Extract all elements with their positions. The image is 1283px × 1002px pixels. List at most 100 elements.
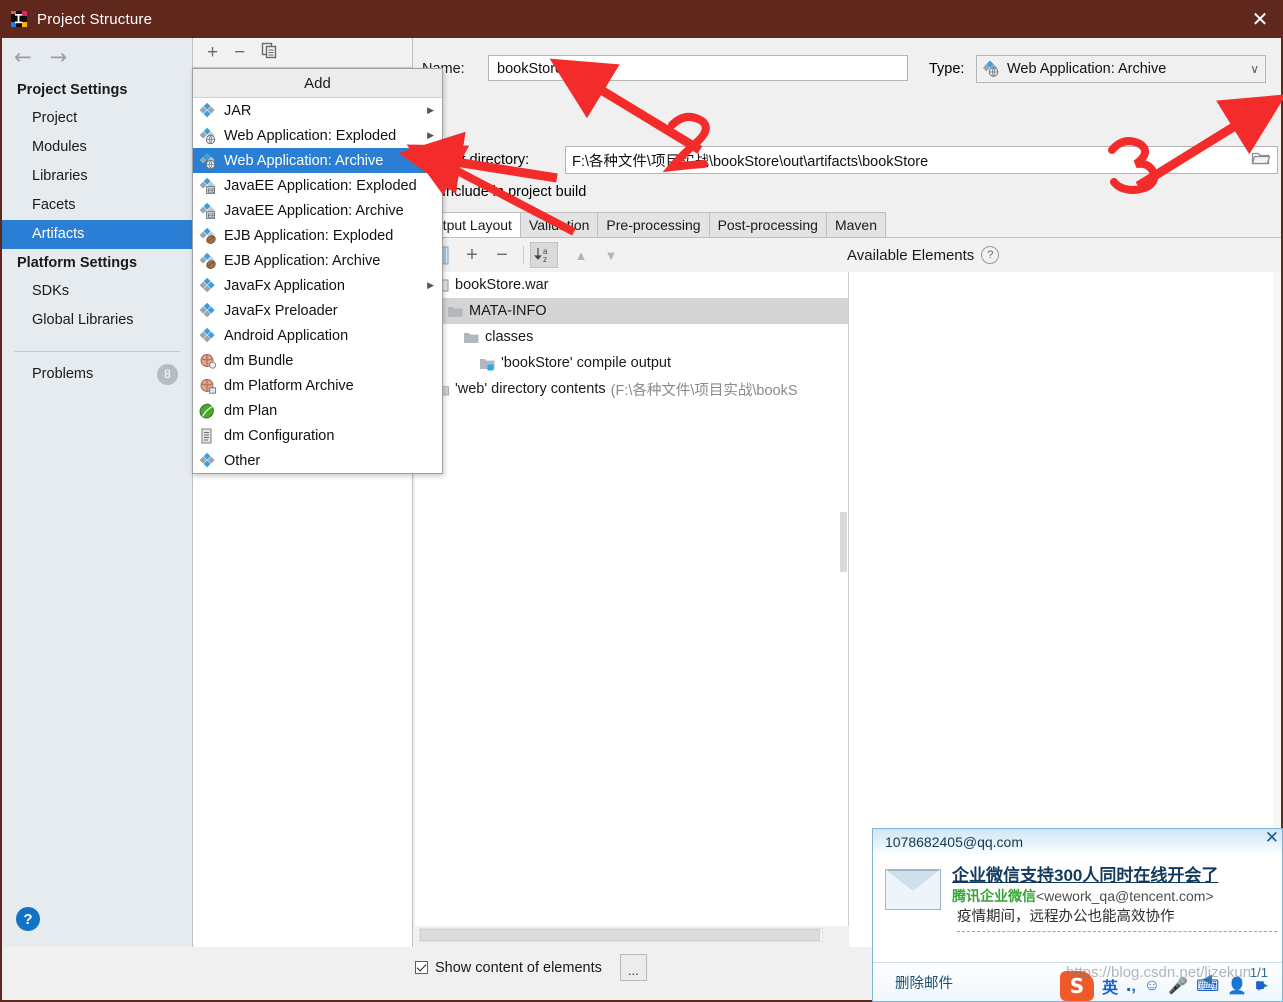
remove-artifact-button[interactable]: − bbox=[234, 43, 245, 62]
show-content-checkbox[interactable] bbox=[415, 961, 428, 974]
forward-arrow-icon[interactable]: → bbox=[50, 46, 68, 68]
menu-item-web-application-exploded[interactable]: Web Application: Exploded ▶ bbox=[193, 123, 442, 148]
menu-item-javaee-application-exploded[interactable]: EE JavaEE Application: Exploded bbox=[193, 173, 442, 198]
qq-notification-header: 1078682405@qq.com ✕ bbox=[873, 829, 1282, 855]
menu-item-javaee-application-archive[interactable]: EE JavaEE Application: Archive bbox=[193, 198, 442, 223]
qq-notification-body: 企业微信支持300人同时在线开会了 腾讯企业微信<wework_qa@tence… bbox=[873, 855, 1282, 932]
menu-item-ejb-application-exploded[interactable]: EJB Application: Exploded bbox=[193, 223, 442, 248]
show-content-label: Show content of elements bbox=[435, 959, 602, 976]
show-content-of-elements-row: Show content of elements ... bbox=[415, 954, 647, 981]
tab-post-processing[interactable]: Post-processing bbox=[708, 212, 827, 237]
menu-item-label: dm Platform Archive bbox=[224, 377, 354, 394]
ejb-exploded-icon bbox=[199, 227, 218, 244]
add-artifact-button[interactable]: + bbox=[207, 43, 218, 62]
tab-pre-processing[interactable]: Pre-processing bbox=[597, 212, 710, 237]
menu-item-web-application-archive[interactable]: Web Application: Archive bbox=[193, 148, 442, 173]
tree-horizontal-scrollbar[interactable] bbox=[419, 928, 823, 942]
move-down-icon[interactable]: ▼ bbox=[596, 248, 626, 263]
sidebar-item-sdks[interactable]: SDKs bbox=[2, 277, 192, 306]
include-in-build-checkbox[interactable]: Include in project build bbox=[422, 184, 586, 200]
sidebar-group-heading-platform-settings: Platform Settings bbox=[17, 255, 138, 271]
javafx-icon bbox=[199, 277, 218, 294]
menu-item-other[interactable]: Other bbox=[193, 448, 442, 473]
tree-vertical-scrollbar[interactable] bbox=[840, 512, 847, 572]
menu-item-label: JAR bbox=[224, 102, 252, 119]
sidebar-item-artifacts[interactable]: Artifacts bbox=[2, 220, 192, 249]
menu-item-dm-plan[interactable]: dm Plan bbox=[193, 398, 442, 423]
menu-item-label: dm Plan bbox=[224, 402, 278, 419]
output-directory-input[interactable]: F:\各种文件\项目实战\bookStore\out\artifacts\boo… bbox=[565, 146, 1278, 174]
artifact-tabs: Output Layout Validation Pre-processing … bbox=[415, 212, 1281, 238]
menu-item-label: Web Application: Archive bbox=[224, 152, 384, 169]
artifact-name-input[interactable]: bookStore bbox=[488, 55, 908, 81]
remove-element-button[interactable]: − bbox=[487, 244, 517, 267]
window-title: Project Structure bbox=[37, 10, 153, 28]
available-elements-label: Available Elements bbox=[847, 246, 975, 264]
menu-item-label: JavaFx Application bbox=[224, 277, 345, 294]
menu-item-javafx-preloader[interactable]: JavaFx Preloader bbox=[193, 298, 442, 323]
sidebar-item-global-libraries[interactable]: Global Libraries bbox=[2, 306, 192, 335]
output-layout-tree: bookStore.war ▶ MATA-INFO ▼ bbox=[415, 272, 849, 926]
menu-item-label: EJB Application: Archive bbox=[224, 252, 381, 269]
web-archive-icon bbox=[982, 60, 1001, 78]
table-row[interactable]: 'web' directory contents (F:\各种文件\项目实战\b… bbox=[415, 376, 848, 402]
sidebar-item-facets[interactable]: Facets bbox=[2, 191, 192, 220]
intellij-idea-icon bbox=[10, 10, 28, 28]
table-row[interactable]: 'bookStore' compile output bbox=[415, 350, 848, 376]
table-row[interactable]: bookStore.war bbox=[415, 272, 848, 298]
add-element-button[interactable]: + bbox=[457, 244, 487, 267]
sidebar-item-libraries[interactable]: Libraries bbox=[2, 162, 192, 191]
back-arrow-icon[interactable]: ← bbox=[14, 46, 32, 68]
help-circle-icon[interactable]: ? bbox=[981, 246, 1000, 264]
menu-item-dm-configuration[interactable]: dm Configuration bbox=[193, 423, 442, 448]
svg-text:z: z bbox=[543, 255, 547, 264]
menu-item-javafx-application[interactable]: JavaFx Application ▶ bbox=[193, 273, 442, 298]
tab-maven[interactable]: Maven bbox=[825, 212, 886, 237]
show-content-options-button[interactable]: ... bbox=[619, 954, 647, 981]
problems-count-badge: 8 bbox=[157, 363, 178, 385]
tree-row-label: 'bookStore' compile output bbox=[501, 355, 671, 371]
table-row[interactable]: ▼ classes bbox=[415, 324, 848, 350]
dm-plan-icon bbox=[199, 403, 218, 419]
submenu-arrow-icon: ▶ bbox=[427, 130, 434, 140]
javafx-preloader-icon bbox=[199, 302, 218, 319]
sidebar-item-project[interactable]: Project bbox=[2, 104, 192, 133]
menu-item-dm-bundle[interactable]: dm Bundle bbox=[193, 348, 442, 373]
close-icon[interactable]: ✕ bbox=[1237, 0, 1283, 38]
sidebar-divider bbox=[14, 351, 180, 352]
tab-validation[interactable]: Validation bbox=[519, 212, 599, 237]
javaee-exploded-icon: EE bbox=[199, 177, 218, 194]
menu-item-android-application[interactable]: Android Application bbox=[193, 323, 442, 348]
menu-item-label: JavaEE Application: Exploded bbox=[224, 177, 417, 194]
artifact-type-select[interactable]: Web Application: Archive ∨ bbox=[976, 55, 1266, 83]
copy-artifact-button[interactable] bbox=[261, 42, 278, 63]
sidebar-item-problems[interactable]: Problems 8 bbox=[2, 362, 192, 386]
submenu-arrow-icon: ▶ bbox=[427, 280, 434, 290]
web-archive-icon bbox=[199, 152, 218, 170]
table-row[interactable]: ▶ MATA-INFO bbox=[415, 298, 848, 324]
javaee-archive-icon: EE bbox=[199, 202, 218, 219]
toolbox-icon[interactable]: ■ bbox=[1255, 977, 1265, 995]
dm-bundle-icon bbox=[199, 353, 218, 369]
menu-item-ejb-application-archive[interactable]: EJB Application: Archive bbox=[193, 248, 442, 273]
sidebar-item-modules[interactable]: Modules bbox=[2, 133, 192, 162]
delete-mail-button[interactable]: 删除邮件 bbox=[895, 972, 953, 993]
close-icon[interactable]: ✕ bbox=[1265, 829, 1279, 848]
remove-element-label: − bbox=[496, 243, 508, 266]
other-icon bbox=[199, 452, 218, 469]
help-button[interactable]: ? bbox=[16, 907, 40, 931]
move-up-icon[interactable]: ▲ bbox=[566, 248, 596, 263]
folder-open-icon[interactable] bbox=[1251, 150, 1271, 170]
menu-item-dm-platform-archive[interactable]: dm Platform Archive bbox=[193, 373, 442, 398]
qq-mail-subject[interactable]: 企业微信支持300人同时在线开会了 bbox=[952, 865, 1272, 886]
sort-az-icon[interactable]: a z bbox=[530, 242, 558, 268]
tree-row-label: 'web' directory contents bbox=[455, 381, 606, 397]
include-in-build-label: Include in project build bbox=[442, 184, 587, 200]
menu-item-label: JavaFx Preloader bbox=[224, 302, 338, 319]
menu-item-jar[interactable]: JAR ▶ bbox=[193, 98, 442, 123]
scrollbar-thumb[interactable] bbox=[420, 929, 820, 941]
svg-text:EE: EE bbox=[208, 213, 216, 219]
sidebar-nav-arrows: ← → bbox=[2, 38, 192, 76]
watermark-text: https://blog.csdn.net/lizekun bbox=[1066, 964, 1252, 981]
menu-item-label: Android Application bbox=[224, 327, 349, 344]
